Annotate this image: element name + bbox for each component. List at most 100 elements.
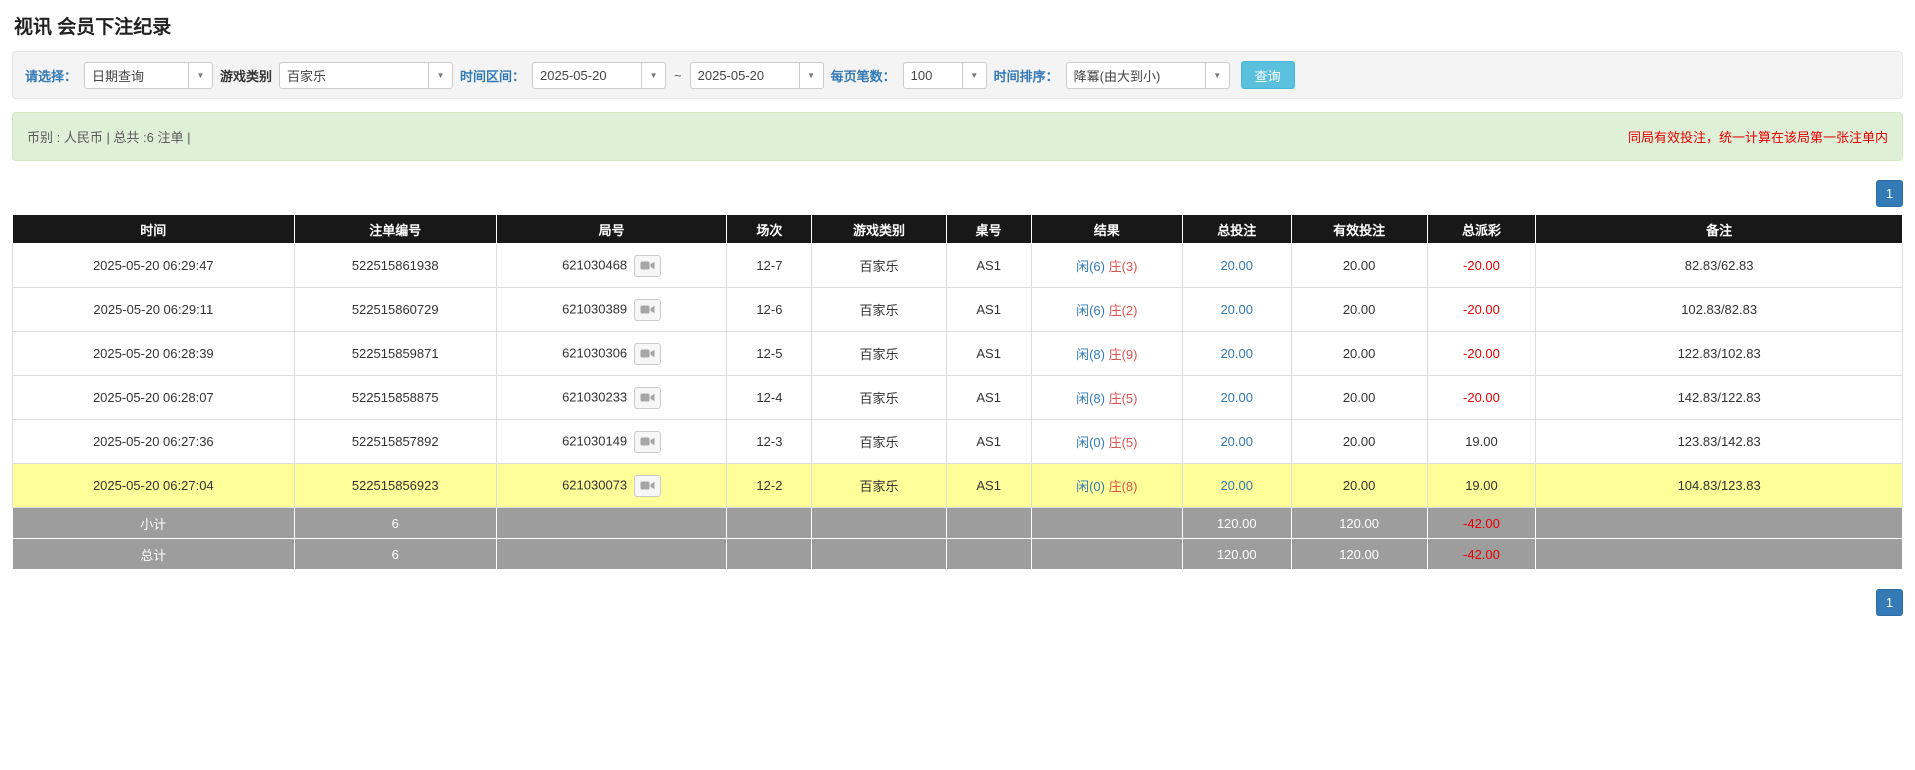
video-camera-icon[interactable] xyxy=(634,255,661,277)
cell-table-no: AS1 xyxy=(946,288,1031,332)
cell-remark: 104.83/123.83 xyxy=(1536,464,1903,508)
filter-bar: 请选择： ▼ 游戏类别 ▼ 时间区间： ▼ ~ ▼ 每页笔数： ▼ 时间排序： … xyxy=(12,51,1903,99)
chevron-down-icon[interactable]: ▼ xyxy=(800,62,824,89)
date-from-input[interactable] xyxy=(532,62,642,89)
cell-session: 12-4 xyxy=(727,376,812,420)
cell-remark: 122.83/102.83 xyxy=(1536,332,1903,376)
video-camera-icon[interactable] xyxy=(634,431,661,453)
header-session: 场次 xyxy=(727,215,812,244)
empty-cell xyxy=(727,539,812,570)
cell-bet-id: 522515857892 xyxy=(294,420,496,464)
date-to-combobox: ▼ xyxy=(690,62,824,89)
chevron-down-icon[interactable]: ▼ xyxy=(1206,62,1230,89)
page-1-button[interactable]: 1 xyxy=(1876,180,1903,207)
cell-bet-id: 522515858875 xyxy=(294,376,496,420)
result-player: 闲(0) xyxy=(1076,435,1105,450)
total-row: 总计 6 120.00 120.00 -42.00 xyxy=(13,539,1903,570)
cell-result: 闲(8) 庄(9) xyxy=(1031,332,1182,376)
cell-round-id: 621030468 xyxy=(496,244,727,288)
cell-total-bet: 20.00 xyxy=(1182,332,1291,376)
cell-time: 2025-05-20 06:27:04 xyxy=(13,464,295,508)
cell-payout: -20.00 xyxy=(1427,244,1536,288)
query-button[interactable]: 查询 xyxy=(1241,61,1295,89)
empty-cell xyxy=(1031,508,1182,539)
header-bet-id: 注单编号 xyxy=(294,215,496,244)
date-to-input[interactable] xyxy=(690,62,800,89)
table-row: 2025-05-20 06:28:07 522515858875 6210302… xyxy=(13,376,1903,420)
cell-time: 2025-05-20 06:27:36 xyxy=(13,420,295,464)
subtotal-count: 6 xyxy=(294,508,496,539)
chevron-down-icon[interactable]: ▼ xyxy=(963,62,987,89)
cell-time: 2025-05-20 06:28:07 xyxy=(13,376,295,420)
cell-table-no: AS1 xyxy=(946,332,1031,376)
cell-bet-id: 522515861938 xyxy=(294,244,496,288)
cell-round-id: 621030389 xyxy=(496,288,727,332)
chevron-down-icon[interactable]: ▼ xyxy=(642,62,666,89)
game-type-combobox: ▼ xyxy=(279,62,453,89)
empty-cell xyxy=(496,508,727,539)
currency-summary-text: 币别 : 人民币 | 总共 :6 注单 | xyxy=(27,127,191,146)
cell-remark: 102.83/82.83 xyxy=(1536,288,1903,332)
round-id-text: 621030233 xyxy=(562,389,627,404)
cell-table-no: AS1 xyxy=(946,464,1031,508)
video-camera-icon[interactable] xyxy=(634,343,661,365)
sort-input[interactable] xyxy=(1066,62,1206,89)
cell-valid-bet: 20.00 xyxy=(1291,244,1427,288)
total-bet-link[interactable]: 20.00 xyxy=(1220,478,1253,493)
chevron-down-icon[interactable]: ▼ xyxy=(189,62,213,89)
total-bet-link[interactable]: 20.00 xyxy=(1220,390,1253,405)
result-banker: 庄(5) xyxy=(1109,435,1138,450)
query-type-combobox: ▼ xyxy=(84,62,213,89)
page-size-label: 每页笔数： xyxy=(831,66,896,85)
page: 视讯 会员下注纪录 请选择： ▼ 游戏类别 ▼ 时间区间： ▼ ~ ▼ 每页笔数… xyxy=(0,0,1915,616)
cell-payout: -20.00 xyxy=(1427,288,1536,332)
empty-cell xyxy=(1031,539,1182,570)
cell-time: 2025-05-20 06:29:47 xyxy=(13,244,295,288)
cell-session: 12-6 xyxy=(727,288,812,332)
total-bet-link[interactable]: 20.00 xyxy=(1220,434,1253,449)
valid-bet-note: 同局有效投注，统一计算在该局第一张注单内 xyxy=(1628,127,1888,146)
cell-payout: -20.00 xyxy=(1427,332,1536,376)
cell-game: 百家乐 xyxy=(812,332,946,376)
cell-bet-id: 522515856923 xyxy=(294,464,496,508)
cell-result: 闲(0) 庄(5) xyxy=(1031,420,1182,464)
range-separator: ~ xyxy=(673,68,683,83)
cell-session: 12-2 xyxy=(727,464,812,508)
cell-valid-bet: 20.00 xyxy=(1291,288,1427,332)
query-type-input[interactable] xyxy=(84,62,189,89)
summary-bar: 币别 : 人民币 | 总共 :6 注单 | 同局有效投注，统一计算在该局第一张注… xyxy=(12,112,1903,161)
cell-valid-bet: 20.00 xyxy=(1291,420,1427,464)
cell-total-bet: 20.00 xyxy=(1182,244,1291,288)
round-id-text: 621030306 xyxy=(562,345,627,360)
time-range-label: 时间区间： xyxy=(460,66,525,85)
date-from-combobox: ▼ xyxy=(532,62,666,89)
total-valid-bet: 120.00 xyxy=(1291,539,1427,570)
cell-result: 闲(8) 庄(5) xyxy=(1031,376,1182,420)
total-count: 6 xyxy=(294,539,496,570)
query-type-label: 请选择： xyxy=(25,66,77,85)
total-bet-link[interactable]: 20.00 xyxy=(1220,258,1253,273)
cell-time: 2025-05-20 06:28:39 xyxy=(13,332,295,376)
chevron-down-icon[interactable]: ▼ xyxy=(429,62,453,89)
pagination-top: 1 xyxy=(12,180,1903,207)
video-camera-icon[interactable] xyxy=(634,475,661,497)
game-type-label: 游戏类别 xyxy=(220,66,272,85)
page-size-input[interactable] xyxy=(903,62,963,89)
cell-table-no: AS1 xyxy=(946,420,1031,464)
cell-game: 百家乐 xyxy=(812,376,946,420)
result-player: 闲(6) xyxy=(1076,259,1105,274)
cell-result: 闲(0) 庄(8) xyxy=(1031,464,1182,508)
total-label: 总计 xyxy=(13,539,295,570)
cell-total-bet: 20.00 xyxy=(1182,420,1291,464)
video-camera-icon[interactable] xyxy=(634,387,661,409)
subtotal-row: 小计 6 120.00 120.00 -42.00 xyxy=(13,508,1903,539)
round-id-text: 621030389 xyxy=(562,301,627,316)
table-row: 2025-05-20 06:29:47 522515861938 6210304… xyxy=(13,244,1903,288)
game-type-input[interactable] xyxy=(279,62,429,89)
cell-session: 12-7 xyxy=(727,244,812,288)
page-1-button[interactable]: 1 xyxy=(1876,589,1903,616)
total-bet-link[interactable]: 20.00 xyxy=(1220,302,1253,317)
total-bet-link[interactable]: 20.00 xyxy=(1220,346,1253,361)
video-camera-icon[interactable] xyxy=(634,299,661,321)
header-total-bet: 总投注 xyxy=(1182,215,1291,244)
